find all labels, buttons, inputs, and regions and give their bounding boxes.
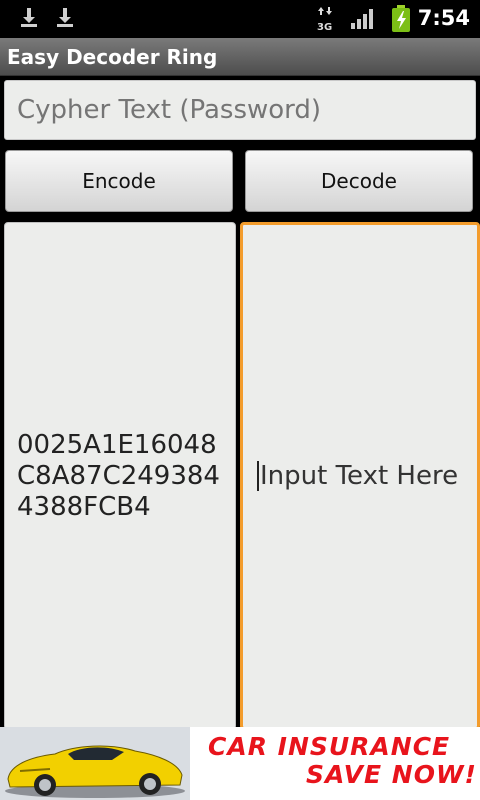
ad-banner[interactable]: CAR INSURANCE SAVE NOW! [0,727,480,800]
download-icon [56,6,74,32]
network-type-label: 3G [317,22,332,32]
text-cursor [257,461,259,491]
signal-icon [350,8,376,34]
battery-charging-icon [391,5,411,37]
clock: 7:54 [417,6,470,30]
output-text-area[interactable]: 0025A1E16048C8A87C2493844388FCB4 [4,222,236,730]
input-text-area[interactable]: Input Text Here [240,222,480,730]
encode-button[interactable]: Encode [5,150,233,212]
ad-line-2: SAVE NOW! [306,760,477,789]
car-image [0,727,190,800]
cipher-text-input[interactable] [4,80,476,140]
decode-button[interactable]: Decode [245,150,473,212]
input-placeholder: Input Text Here [260,461,459,491]
output-text: 0025A1E16048C8A87C2493844388FCB4 [17,429,220,522]
status-bar: 3G 7:54 [0,0,480,38]
download-icon [20,6,38,32]
ad-headline: CAR INSURANCE SAVE NOW! [200,733,480,789]
app-title: Easy Decoder Ring [7,45,218,69]
ad-line-1: CAR INSURANCE [208,732,451,761]
data-activity-icon: 3G [316,6,336,36]
title-bar: Easy Decoder Ring [0,38,480,76]
